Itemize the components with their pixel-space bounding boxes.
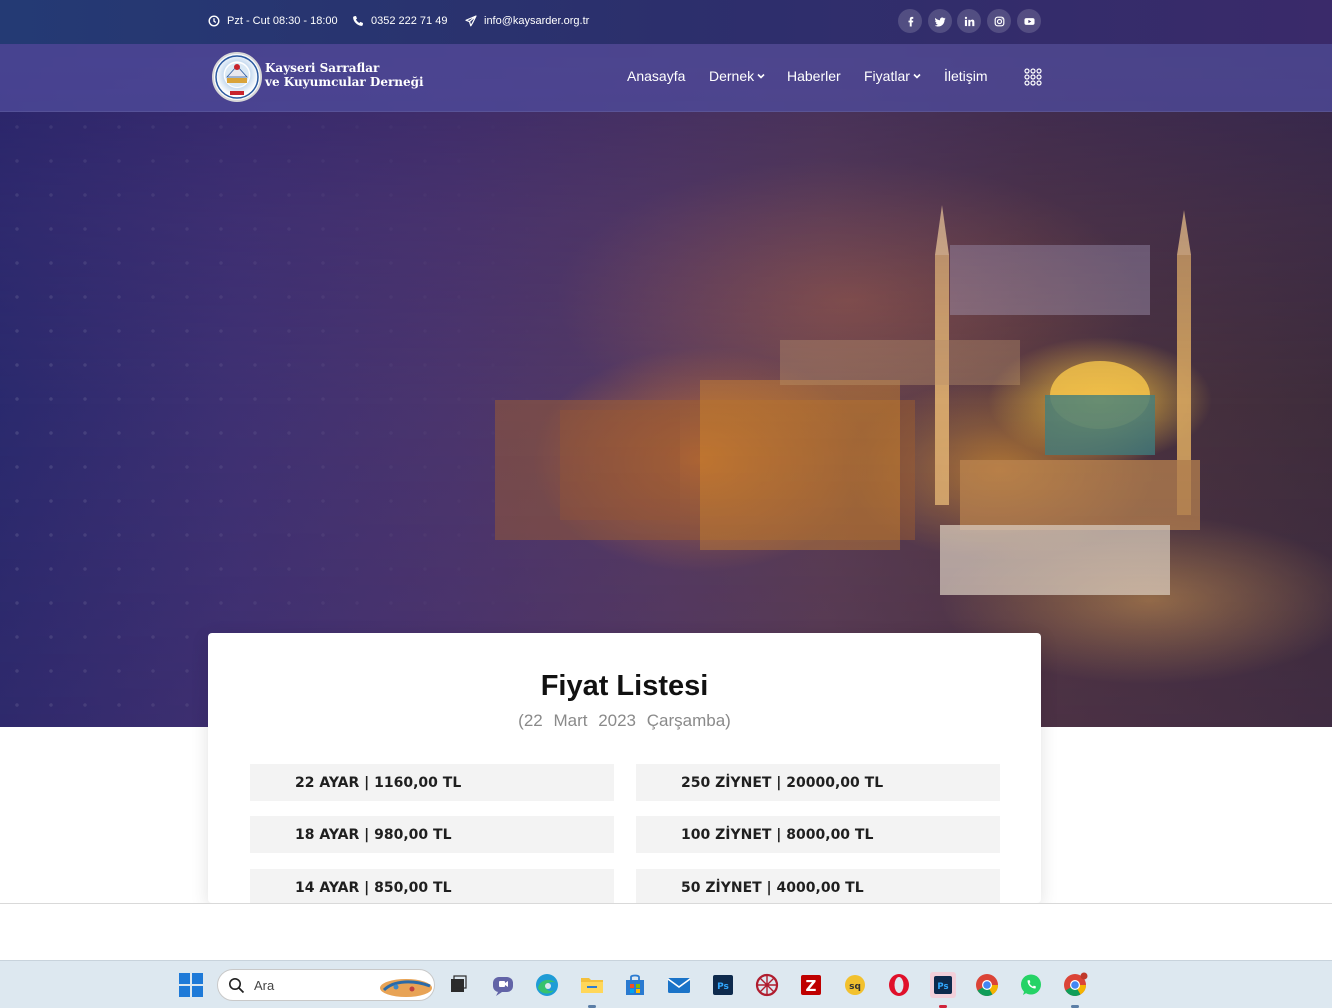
windows-taskbar: Ara Ps Z sq Ps	[0, 960, 1332, 1008]
price-list-card: Fiyat Listesi (22 Mart 2023 Çarşamba) 22…	[208, 633, 1041, 906]
price-row-100-ziynet: 100 ZİYNET | 8000,00 TL	[636, 816, 1000, 853]
youtube-icon	[1023, 17, 1035, 25]
clock-icon	[208, 15, 220, 27]
chevron-down-icon	[757, 73, 765, 79]
opera-button[interactable]	[885, 971, 913, 999]
opera-icon	[889, 974, 909, 996]
price-label: 22 AYAR | 1160,00 TL	[295, 774, 462, 791]
chrome-profile-button[interactable]	[1061, 971, 1089, 999]
grid-menu-icon[interactable]	[1024, 68, 1042, 86]
windows-start-icon[interactable]	[178, 972, 204, 998]
chevron-down-icon	[913, 73, 921, 79]
photoshop-icon: Ps	[713, 975, 733, 995]
teams-button[interactable]	[489, 971, 517, 999]
working-hours-text: Pzt - Cut 08:30 - 18:00	[227, 15, 338, 27]
filezilla-icon: Z	[801, 975, 821, 995]
logo-emblem-icon	[215, 55, 259, 99]
twitter-link[interactable]	[928, 9, 952, 33]
chrome-profile-icon	[1064, 972, 1088, 996]
facebook-link[interactable]	[898, 9, 922, 33]
price-row-50-ziynet: 50 ZİYNET | 4000,00 TL	[636, 869, 1000, 906]
youtube-link[interactable]	[1017, 9, 1041, 33]
teams-icon	[493, 977, 513, 996]
instagram-link[interactable]	[987, 9, 1011, 33]
network-app-button[interactable]	[753, 971, 781, 999]
phone-icon	[353, 16, 363, 26]
sq-app-icon: sq	[845, 975, 865, 995]
price-label: 14 AYAR | 850,00 TL	[295, 879, 452, 896]
store-button[interactable]	[621, 971, 649, 999]
svg-text:Z: Z	[806, 977, 817, 995]
taskbar-search[interactable]: Ara	[217, 969, 435, 1001]
nav-anasayfa[interactable]: Anasayfa	[627, 68, 685, 84]
instagram-icon	[994, 16, 1004, 26]
twitter-icon	[934, 16, 946, 27]
nav-iletisim-label: İletişim	[944, 68, 988, 84]
svg-text:Ps: Ps	[717, 982, 729, 992]
svg-text:Ps: Ps	[937, 982, 948, 992]
chrome-button[interactable]	[973, 971, 1001, 999]
price-label: 18 AYAR | 980,00 TL	[295, 826, 452, 843]
task-view-icon	[451, 975, 467, 992]
price-row-14-ayar: 14 AYAR | 850,00 TL	[250, 869, 614, 906]
search-highlight-illustration-icon	[380, 979, 432, 997]
logo-title[interactable]: Kayseri Sarraflar ve Kuyumcular Derneği	[265, 61, 424, 89]
filezilla-button[interactable]: Z	[797, 971, 825, 999]
nav-anasayfa-label: Anasayfa	[627, 68, 686, 84]
phone-number: 0352 222 71 49	[371, 15, 448, 27]
chrome-icon	[976, 974, 998, 996]
search-placeholder: Ara	[254, 978, 275, 993]
search-icon	[229, 978, 245, 994]
whatsapp-button[interactable]	[1017, 971, 1045, 999]
task-view-button[interactable]	[444, 971, 472, 999]
price-list-date: (22 Mart 2023 Çarşamba)	[518, 711, 731, 730]
nav-dernek[interactable]: Dernek	[709, 68, 765, 84]
nav-fiyatlar[interactable]: Fiyatlar	[864, 68, 921, 84]
photoshop-active-button[interactable]: Ps	[929, 971, 957, 999]
phone-info[interactable]: 0352 222 71 49	[352, 13, 447, 29]
send-icon	[465, 15, 477, 27]
price-row-250-ziynet: 250 ZİYNET | 20000,00 TL	[636, 764, 1000, 801]
logo-line-1: Kayseri Sarraflar	[265, 61, 380, 75]
working-hours: Pzt - Cut 08:30 - 18:00	[208, 13, 338, 29]
file-explorer-button[interactable]	[578, 971, 606, 999]
svg-text:sq: sq	[849, 982, 861, 992]
sq-app-button[interactable]: sq	[841, 971, 869, 999]
nav-haberler-label: Haberler	[787, 68, 841, 84]
file-explorer-icon	[581, 978, 603, 993]
mail-icon	[667, 978, 691, 993]
nav-iletisim[interactable]: İletişim	[944, 68, 988, 84]
linkedin-link[interactable]	[957, 9, 981, 33]
email-info[interactable]: info@kaysarder.org.tr	[465, 13, 589, 29]
main-navbar: Kayseri Sarraflar ve Kuyumcular Derneği …	[0, 44, 1332, 112]
photoshop-button[interactable]: Ps	[709, 971, 737, 999]
store-icon	[626, 974, 644, 995]
mail-button[interactable]	[665, 971, 693, 999]
edge-icon	[536, 974, 558, 996]
price-label: 250 ZİYNET | 20000,00 TL	[681, 774, 884, 791]
edge-button[interactable]	[533, 971, 561, 999]
logo-line-2: ve Kuyumcular Derneği	[265, 75, 424, 89]
price-label: 50 ZİYNET | 4000,00 TL	[681, 879, 864, 896]
top-info-bar: Pzt - Cut 08:30 - 18:00 0352 222 71 49 i…	[0, 0, 1332, 44]
price-row-18-ayar: 18 AYAR | 980,00 TL	[250, 816, 614, 853]
network-app-icon	[755, 973, 779, 997]
whatsapp-icon	[1021, 974, 1041, 995]
nav-haberler[interactable]: Haberler	[787, 68, 841, 84]
linkedin-icon	[964, 16, 974, 26]
price-row-22-ayar: 22 AYAR | 1160,00 TL	[250, 764, 614, 801]
nav-fiyatlar-label: Fiyatlar	[864, 68, 910, 84]
browser-bottom-area	[0, 904, 1332, 960]
email-address: info@kaysarder.org.tr	[484, 15, 590, 27]
association-logo-emblem[interactable]	[212, 52, 262, 102]
price-list-title: Fiyat Listesi	[540, 670, 709, 702]
nav-dernek-label: Dernek	[709, 68, 755, 84]
photoshop-active-icon: Ps	[930, 972, 956, 998]
price-label: 100 ZİYNET | 8000,00 TL	[681, 826, 874, 843]
facebook-icon	[907, 16, 913, 27]
